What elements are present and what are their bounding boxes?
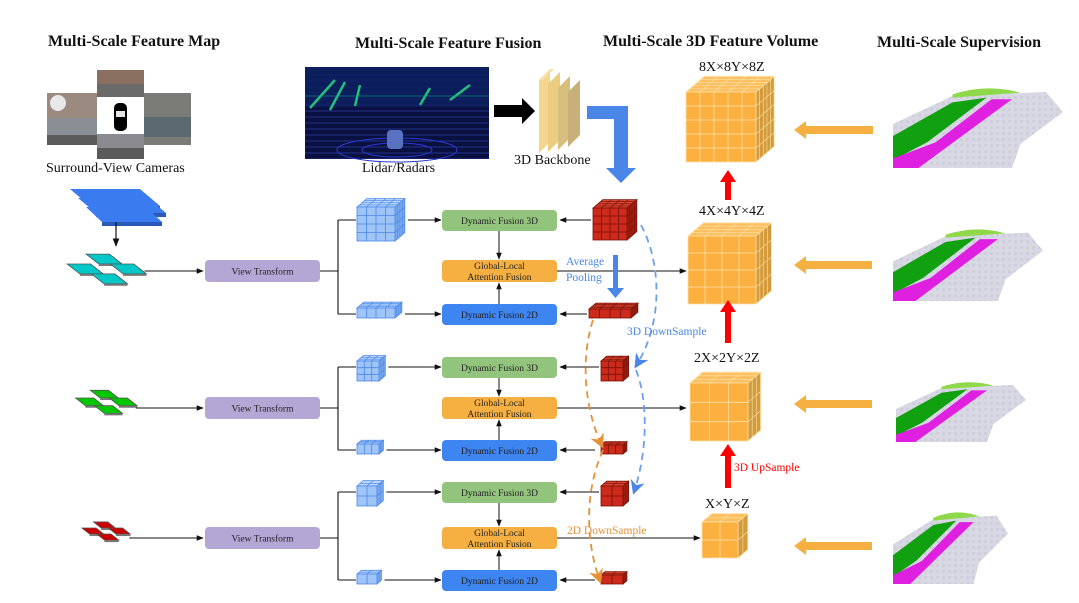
dynamic-fusion-3d-box-label: Dynamic Fusion 3D [461,217,538,227]
split-connector [320,491,356,581]
lidar-2d-feature-slab [599,440,629,455]
bev-feature-tiles [74,389,139,416]
lidar-3d-feature-cube [599,480,630,507]
section-title-supervision: Multi-Scale Supervision [877,34,1041,51]
image-feature-stack-icon [70,189,166,226]
feature-volume-8x [684,75,776,163]
section-title-feature-volume: Multi-Scale 3D Feature Volume [603,33,818,50]
supervision-arrow-2 [794,256,872,274]
downsample-3d-curve-1 [634,224,658,369]
dynamic-fusion-3d-box: Dynamic Fusion 3D [442,482,557,503]
global-local-attention-box-label: Attention Fusion [467,273,531,283]
feature-volume-2x-label: 2X×2Y×2Z [694,351,760,366]
architecture-diagram: Multi-Scale Feature Map Multi-Scale Feat… [46,33,1063,591]
dynamic-fusion-2d-box: Dynamic Fusion 2D [442,304,557,325]
dynamic-fusion-3d-box: Dynamic Fusion 3D [442,357,557,378]
camera-2d-feature-slab [355,439,385,455]
split-connector [320,219,356,315]
average-pooling-label-1: Average [566,256,604,268]
feature-volume-1x [700,512,749,559]
lidar-point-cloud-image [305,67,489,163]
downsample-2d-curve-2 [588,449,604,584]
global-local-attention-box-label: Attention Fusion [467,540,531,550]
dynamic-fusion-2d-box: Dynamic Fusion 2D [442,440,557,461]
lidar-2d-feature-slab [599,570,629,585]
backbone-to-lidar-feature-arrow [587,106,636,183]
feature-volume-1x-label: X×Y×Z [705,497,750,512]
view-transform-box-label: View Transform [232,534,295,545]
backbone-layers-icon [539,69,580,153]
section-title-feature-map: Multi-Scale Feature Map [48,33,220,50]
downsample-2d-label: 2D DownSample [567,525,647,537]
surround-view-cameras-image [47,70,191,159]
view-transform-box: View Transform [205,527,320,549]
fusion-row-2: View Transform Dynamic Fusion 3D Global-Lo… [74,354,687,461]
camera-3d-feature-cube [355,354,387,382]
feature-volume-2x [688,371,762,442]
dynamic-fusion-2d-box: Dynamic Fusion 2D [442,570,557,591]
bev-feature-tiles [66,253,148,286]
cameras-caption: Surround-View Cameras [46,161,185,176]
bev-feature-tiles [80,521,132,543]
view-transform-box: View Transform [205,260,320,282]
car-top-view-icon [114,103,127,131]
global-local-attention-box-label: Global-Local [474,399,525,409]
dynamic-fusion-3d-box-label: Dynamic Fusion 3D [461,364,538,374]
camera-3d-feature-cube [355,479,385,507]
lidar-caption: Lidar/Radars [362,161,435,176]
view-transform-box: View Transform [205,397,320,419]
camera-3d-feature-cube [355,197,406,242]
global-local-attention-box: Global-LocalAttention Fusion [442,260,557,283]
split-connector [320,366,356,451]
view-transform-box-label: View Transform [232,267,295,278]
view-transform-box-label: View Transform [232,404,295,415]
supervision-arrow-3 [794,395,872,413]
dynamic-fusion-3d-box: Dynamic Fusion 3D [442,210,557,231]
average-pooling-arrow [607,255,624,298]
global-local-attention-box: Global-LocalAttention Fusion [442,527,557,550]
section-title-feature-fusion: Multi-Scale Feature Fusion [355,35,541,52]
occupancy-supervision-image-1 [893,88,1063,168]
global-local-attention-box-label: Attention Fusion [467,410,531,420]
feature-volume-4x-label: 4X×4Y×4Z [699,204,765,219]
camera-2d-feature-slab [355,569,383,585]
supervision-arrow-4 [794,537,872,555]
downsample-2d-curve-1 [584,319,604,449]
average-pooling-label-2: Pooling [566,272,602,284]
lidar-3d-feature-cube [599,355,630,382]
camera-2d-feature-slab [355,301,403,319]
global-local-attention-box-label: Global-Local [474,529,525,539]
dynamic-fusion-3d-box-label: Dynamic Fusion 3D [461,489,538,499]
downsample-3d-curve-2 [630,369,646,495]
dynamic-fusion-2d-box-label: Dynamic Fusion 2D [461,577,538,587]
lidar-2d-feature-slab [587,302,639,319]
upsample-arrow-2x-to-4x [720,300,736,343]
lidar-3d-feature-cube [591,198,638,241]
supervision-arrow-1 [794,121,873,139]
backbone-caption: 3D Backbone [514,153,591,168]
feature-volume-4x [686,221,773,305]
global-local-attention-box-label: Global-Local [474,262,525,272]
occupancy-supervision-image-2 [893,229,1043,301]
dynamic-fusion-2d-box-label: Dynamic Fusion 2D [461,447,538,457]
global-local-attention-box: Global-LocalAttention Fusion [442,397,557,420]
lidar-to-backbone-arrow [494,98,535,124]
upsample-3d-label: 3D UpSample [734,462,799,474]
dynamic-fusion-2d-box-label: Dynamic Fusion 2D [461,311,538,321]
volume-label-8x: 8X×8Y×8Z [699,60,765,75]
downsample-3d-label: 3D DownSample [627,326,707,338]
occupancy-supervision-image-4 [893,512,1008,584]
upsample-arrow-4x-to-8x [720,170,736,200]
occupancy-supervision-image-3 [896,382,1026,442]
